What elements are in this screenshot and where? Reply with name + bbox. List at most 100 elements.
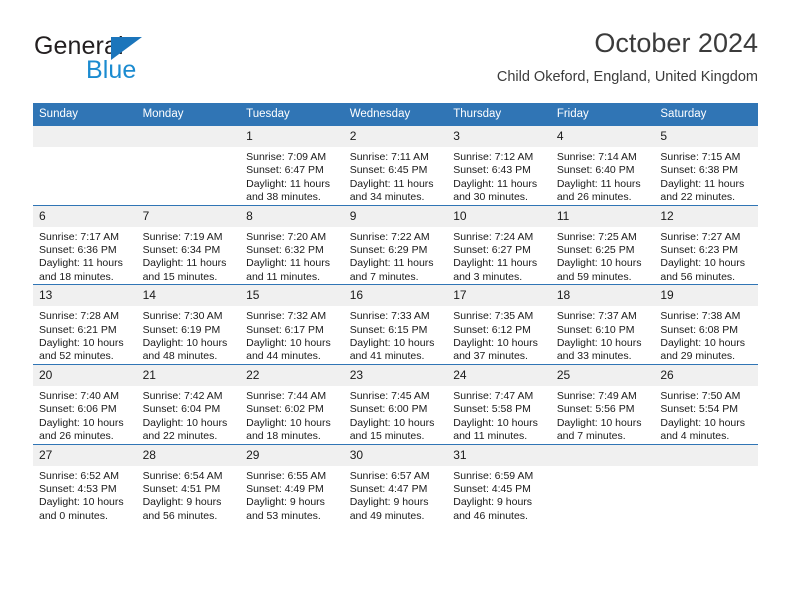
day-details: Sunrise: 7:45 AM Sunset: 6:00 PM Daylight:… [344, 386, 448, 444]
calendar-day-cell[interactable]: 25 Sunrise: 7:49 AM Sunset: 5:56 PM Dayligh… [550, 363, 655, 444]
daylight-text-line2: and 34 minutes. [349, 191, 425, 204]
day-number: 15 [240, 285, 344, 307]
sunrise-text: Sunrise: 7:17 AM [39, 230, 119, 243]
daylight-text-line1: Daylight: 10 hours [453, 416, 538, 429]
day-details [137, 147, 241, 151]
daylight-text-line2: and 41 minutes. [349, 350, 425, 363]
day-number: 29 [240, 444, 344, 466]
calendar-day-cell[interactable]: 16 Sunrise: 7:33 AM Sunset: 6:15 PM Dayligh… [343, 284, 448, 365]
daylight-text-line1: Daylight: 10 hours [349, 416, 435, 429]
weekday-header-friday: Friday [550, 103, 655, 126]
daylight-text-line2: and 26 minutes. [556, 191, 632, 204]
calendar-day-cell[interactable]: 20 Sunrise: 7:40 AM Sunset: 6:06 PM Dayligh… [33, 363, 137, 444]
calendar-day-cell[interactable]: 13 Sunrise: 7:28 AM Sunset: 6:21 PM Dayligh… [33, 284, 137, 365]
daylight-text-line1: Daylight: 10 hours [39, 337, 124, 350]
sunset-text: Sunset: 6:17 PM [246, 323, 324, 336]
day-details: Sunrise: 7:28 AM Sunset: 6:21 PM Daylight:… [33, 306, 137, 364]
calendar-day-cell[interactable]: 14 Sunrise: 7:30 AM Sunset: 6:19 PM Dayligh… [136, 284, 241, 365]
day-number: 26 [654, 364, 758, 386]
daylight-text-line1: Daylight: 11 hours [349, 177, 434, 190]
calendar-day-cell[interactable]: 24 Sunrise: 7:47 AM Sunset: 5:58 PM Dayligh… [447, 363, 551, 444]
sunrise-text: Sunrise: 7:30 AM [142, 310, 223, 323]
calendar-day-cell[interactable]: 18 Sunrise: 7:37 AM Sunset: 6:10 PM Dayligh… [550, 284, 655, 365]
sunrise-text: Sunrise: 6:52 AM [39, 469, 119, 482]
sunset-text: Sunset: 6:10 PM [556, 323, 635, 336]
sunset-text: Sunset: 6:34 PM [142, 244, 221, 257]
calendar-day-cell[interactable]: 3 Sunrise: 7:12 AM Sunset: 6:43 PM Daylight… [447, 126, 551, 206]
calendar-day-cell[interactable]: 30 Sunrise: 6:57 AM Sunset: 4:47 PM Dayligh… [343, 443, 448, 524]
daylight-text-line2: and 22 minutes. [142, 430, 218, 443]
sunset-text: Sunset: 6:40 PM [556, 164, 635, 177]
sunset-text: Sunset: 6:43 PM [453, 164, 531, 177]
calendar-day-cell[interactable]: 11 Sunrise: 7:25 AM Sunset: 6:25 PM Dayligh… [550, 204, 655, 285]
sunset-text: Sunset: 6:36 PM [39, 244, 117, 257]
daylight-text-line2: and 53 minutes. [246, 509, 321, 522]
sunrise-text: Sunrise: 7:32 AM [246, 310, 327, 323]
sunset-text: Sunset: 6:45 PM [349, 164, 428, 177]
calendar-day-cell[interactable]: 19 Sunrise: 7:38 AM Sunset: 6:08 PM Dayligh… [654, 284, 758, 365]
daylight-text-line2: and 18 minutes. [39, 270, 114, 283]
daylight-text-line2: and 15 minutes. [349, 430, 425, 443]
sunset-text: Sunset: 6:21 PM [39, 323, 117, 336]
daylight-text-line1: Daylight: 11 hours [556, 177, 641, 190]
calendar-day-cell[interactable]: 29 Sunrise: 6:55 AM Sunset: 4:49 PM Dayligh… [240, 443, 344, 524]
calendar-day-cell[interactable]: 17 Sunrise: 7:35 AM Sunset: 6:12 PM Dayligh… [447, 284, 551, 365]
calendar-day-cell[interactable]: 8 Sunrise: 7:20 AM Sunset: 6:32 PM Daylight… [240, 204, 344, 285]
day-number: 12 [654, 205, 758, 227]
day-number: 25 [550, 364, 655, 386]
sunset-text: Sunset: 6:15 PM [349, 323, 428, 336]
sunrise-text: Sunrise: 7:09 AM [246, 151, 327, 163]
sunrise-text: Sunrise: 7:47 AM [453, 389, 534, 402]
calendar-day-cell[interactable]: 4 Sunrise: 7:14 AM Sunset: 6:40 PM Daylight… [550, 126, 655, 206]
day-details: Sunrise: 7:49 AM Sunset: 5:56 PM Daylight:… [551, 386, 655, 444]
day-number: 11 [550, 205, 655, 227]
calendar-day-cell[interactable]: 31 Sunrise: 6:59 AM Sunset: 4:45 PM Dayligh… [447, 443, 551, 524]
sunset-text: Sunset: 4:47 PM [349, 482, 428, 495]
calendar-day-cell[interactable]: 6 Sunrise: 7:17 AM Sunset: 6:36 PM Daylight… [33, 204, 137, 285]
calendar-day-cell[interactable]: 5 Sunrise: 7:15 AM Sunset: 6:38 PM Daylight… [654, 126, 758, 206]
sunrise-text: Sunrise: 7:11 AM [349, 151, 429, 163]
calendar-day-cell[interactable]: 26 Sunrise: 7:50 AM Sunset: 5:54 PM Dayligh… [654, 363, 758, 444]
daylight-text-line1: Daylight: 9 hours [246, 496, 325, 509]
calendar-day-cell[interactable]: 22 Sunrise: 7:44 AM Sunset: 6:02 PM Dayligh… [240, 363, 344, 444]
calendar-day-cell[interactable]: 1 Sunrise: 7:09 AM Sunset: 6:47 PM Daylight… [240, 126, 344, 206]
calendar-day-cell[interactable]: 27 Sunrise: 6:52 AM Sunset: 4:53 PM Dayligh… [33, 443, 137, 524]
daylight-text-line2: and 46 minutes. [453, 509, 528, 522]
daylight-text-line2: and 11 minutes. [246, 270, 321, 283]
calendar-day-cell[interactable]: 9 Sunrise: 7:22 AM Sunset: 6:29 PM Daylight… [343, 204, 448, 285]
day-details: Sunrise: 7:24 AM Sunset: 6:27 PM Daylight:… [447, 227, 551, 285]
sunrise-text: Sunrise: 7:33 AM [349, 310, 430, 323]
day-details: Sunrise: 7:09 AM Sunset: 6:47 PM Daylight:… [240, 147, 344, 205]
sunset-text: Sunset: 6:12 PM [453, 323, 531, 336]
calendar-day-cell[interactable]: 10 Sunrise: 7:24 AM Sunset: 6:27 PM Dayligh… [447, 204, 551, 285]
daylight-text-line1: Daylight: 10 hours [246, 416, 331, 429]
page-title: October 2024 [594, 28, 758, 58]
calendar-day-cell[interactable]: 28 Sunrise: 6:54 AM Sunset: 4:51 PM Dayligh… [136, 443, 241, 524]
calendar-day-cell[interactable]: 7 Sunrise: 7:19 AM Sunset: 6:34 PM Daylight… [136, 204, 241, 285]
calendar-cell-empty [33, 126, 137, 206]
calendar-day-cell[interactable]: 21 Sunrise: 7:42 AM Sunset: 6:04 PM Dayligh… [136, 363, 241, 444]
day-details: Sunrise: 7:38 AM Sunset: 6:08 PM Daylight:… [654, 306, 758, 364]
day-details: Sunrise: 6:55 AM Sunset: 4:49 PM Daylight:… [240, 466, 344, 524]
daylight-text-line2: and 29 minutes. [660, 350, 736, 363]
daylight-text-line2: and 38 minutes. [246, 191, 321, 204]
calendar-day-cell[interactable]: 15 Sunrise: 7:32 AM Sunset: 6:17 PM Dayligh… [240, 284, 344, 365]
daylight-text-line2: and 3 minutes. [453, 270, 523, 283]
brand-logo[interactable]: General Blue [34, 32, 244, 88]
calendar-day-cell[interactable]: 12 Sunrise: 7:27 AM Sunset: 6:23 PM Dayligh… [654, 204, 758, 285]
calendar-day-cell[interactable]: 2 Sunrise: 7:11 AM Sunset: 6:45 PM Daylight… [343, 126, 448, 206]
daylight-text-line1: Daylight: 11 hours [39, 257, 123, 270]
sunrise-text: Sunrise: 7:22 AM [349, 230, 430, 243]
day-number: 19 [654, 285, 758, 307]
day-number: 8 [240, 205, 344, 227]
sunrise-text: Sunrise: 7:19 AM [142, 230, 223, 243]
day-number: 24 [447, 364, 551, 386]
calendar-cell-empty [550, 443, 655, 524]
sunrise-text: Sunrise: 7:49 AM [556, 389, 637, 402]
day-number: 2 [343, 126, 448, 147]
calendar-day-cell[interactable]: 23 Sunrise: 7:45 AM Sunset: 6:00 PM Dayligh… [343, 363, 448, 444]
day-number: 22 [240, 364, 344, 386]
daylight-text-line2: and 18 minutes. [246, 430, 321, 443]
day-number: 16 [343, 285, 448, 307]
day-details: Sunrise: 7:12 AM Sunset: 6:43 PM Daylight:… [447, 147, 551, 205]
